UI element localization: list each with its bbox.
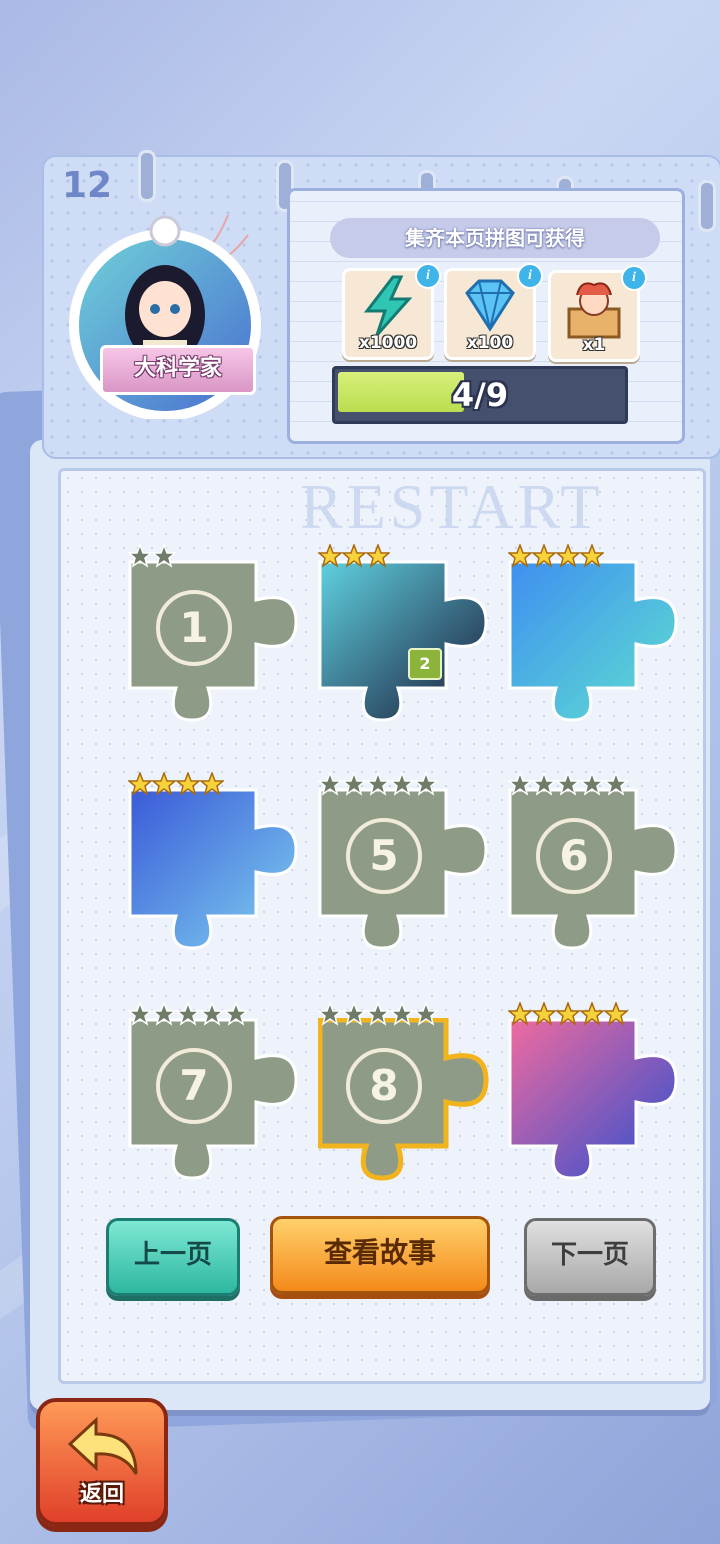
back-button[interactable]: 返回 bbox=[36, 1398, 168, 1526]
puzzle-piece-shape bbox=[318, 788, 488, 950]
puzzle-piece-shape bbox=[508, 788, 678, 950]
page-number: 12 bbox=[62, 165, 113, 206]
duplicate-count-badge: 2 bbox=[408, 648, 442, 680]
star-icon bbox=[556, 1002, 580, 1026]
star-rating bbox=[508, 1002, 628, 1026]
star-icon bbox=[508, 772, 532, 796]
collection-progress-bar: 4/9 bbox=[332, 366, 628, 424]
puzzle-piece-9[interactable] bbox=[508, 1002, 708, 1222]
star-icon bbox=[318, 544, 342, 568]
reward-diamond[interactable]: x100 i bbox=[444, 263, 543, 360]
info-icon[interactable]: i bbox=[415, 263, 441, 289]
star-icon bbox=[342, 772, 366, 796]
binder-ring bbox=[698, 180, 716, 232]
star-icon bbox=[128, 772, 152, 796]
star-icon bbox=[128, 1002, 152, 1026]
progress-label: 4/9 bbox=[451, 376, 509, 414]
star-icon bbox=[556, 544, 580, 568]
reward-count: x100 bbox=[466, 333, 514, 353]
back-label: 返回 bbox=[79, 1482, 124, 1507]
star-icon bbox=[532, 544, 556, 568]
star-icon bbox=[580, 544, 604, 568]
reward-energy[interactable]: x1000 i bbox=[342, 263, 441, 360]
star-icon bbox=[532, 1002, 556, 1026]
star-icon bbox=[532, 772, 556, 796]
star-icon bbox=[604, 772, 628, 796]
puzzle-piece-8[interactable]: 8 bbox=[318, 1002, 518, 1222]
star-icon bbox=[366, 544, 390, 568]
view-story-button[interactable]: 查看故事 bbox=[270, 1216, 490, 1294]
star-icon bbox=[176, 1002, 200, 1026]
star-rating bbox=[318, 1002, 438, 1026]
puzzle-piece-shape bbox=[508, 560, 678, 722]
star-icon bbox=[342, 1002, 366, 1026]
reward-count: x1 bbox=[582, 335, 606, 355]
star-icon bbox=[580, 1002, 604, 1026]
piece-number: 6 bbox=[536, 818, 612, 894]
star-icon bbox=[414, 772, 438, 796]
star-rating bbox=[508, 544, 604, 568]
star-icon bbox=[508, 1002, 532, 1026]
piece-number: 1 bbox=[156, 590, 232, 666]
puzzle-piece-shape bbox=[128, 560, 298, 722]
piece-number: 8 bbox=[346, 1048, 422, 1124]
puzzle-piece-shape bbox=[318, 1018, 489, 1181]
star-icon bbox=[152, 1002, 176, 1026]
star-icon bbox=[152, 772, 176, 796]
star-icon bbox=[556, 772, 580, 796]
star-icon bbox=[390, 1002, 414, 1026]
puzzle-piece-shape bbox=[508, 1018, 678, 1180]
star-icon bbox=[224, 1002, 248, 1026]
star-rating bbox=[508, 772, 628, 796]
puzzle-piece-2[interactable]: 2 bbox=[318, 544, 518, 764]
star-icon bbox=[176, 772, 200, 796]
star-icon bbox=[366, 772, 390, 796]
star-icon bbox=[318, 772, 342, 796]
star-icon bbox=[414, 1002, 438, 1026]
star-icon bbox=[200, 772, 224, 796]
reward-jester-box[interactable]: x1 i bbox=[548, 265, 647, 362]
info-icon[interactable]: i bbox=[621, 265, 647, 291]
reward-title: 集齐本页拼图可获得 bbox=[330, 218, 660, 258]
puzzle-piece-5[interactable]: 5 bbox=[318, 772, 518, 992]
star-icon bbox=[390, 772, 414, 796]
piece-number: 5 bbox=[346, 818, 422, 894]
star-icon bbox=[580, 772, 604, 796]
next-page-button[interactable]: 下一页 bbox=[524, 1218, 656, 1296]
star-icon bbox=[604, 1002, 628, 1026]
star-icon bbox=[366, 1002, 390, 1026]
piece-number: 7 bbox=[156, 1048, 232, 1124]
prev-page-button[interactable]: 上一页 bbox=[106, 1218, 240, 1296]
puzzle-piece-shape bbox=[128, 788, 298, 950]
puzzle-piece-6[interactable]: 6 bbox=[508, 772, 708, 992]
puzzle-piece-7[interactable]: 7 bbox=[128, 1002, 328, 1222]
puzzle-piece-shape bbox=[128, 1018, 298, 1180]
binder-ring bbox=[138, 150, 156, 202]
info-icon[interactable]: i bbox=[517, 263, 543, 289]
star-rating bbox=[318, 544, 390, 568]
star-icon bbox=[508, 544, 532, 568]
star-rating bbox=[128, 772, 224, 796]
puzzle-piece-1[interactable]: 1 bbox=[128, 544, 328, 764]
star-rating bbox=[318, 772, 438, 796]
puzzle-piece-4[interactable] bbox=[128, 772, 328, 992]
reward-count: x1000 bbox=[358, 333, 418, 353]
star-icon bbox=[152, 544, 176, 568]
star-icon bbox=[128, 544, 152, 568]
star-icon bbox=[200, 1002, 224, 1026]
character-name-ribbon: 大科学家 bbox=[100, 345, 256, 395]
star-icon bbox=[318, 1002, 342, 1026]
watermark-text: RESTART bbox=[300, 471, 604, 542]
star-rating bbox=[128, 1002, 248, 1026]
star-icon bbox=[342, 544, 366, 568]
star-rating bbox=[128, 544, 176, 568]
puzzle-piece-3[interactable] bbox=[508, 544, 708, 764]
